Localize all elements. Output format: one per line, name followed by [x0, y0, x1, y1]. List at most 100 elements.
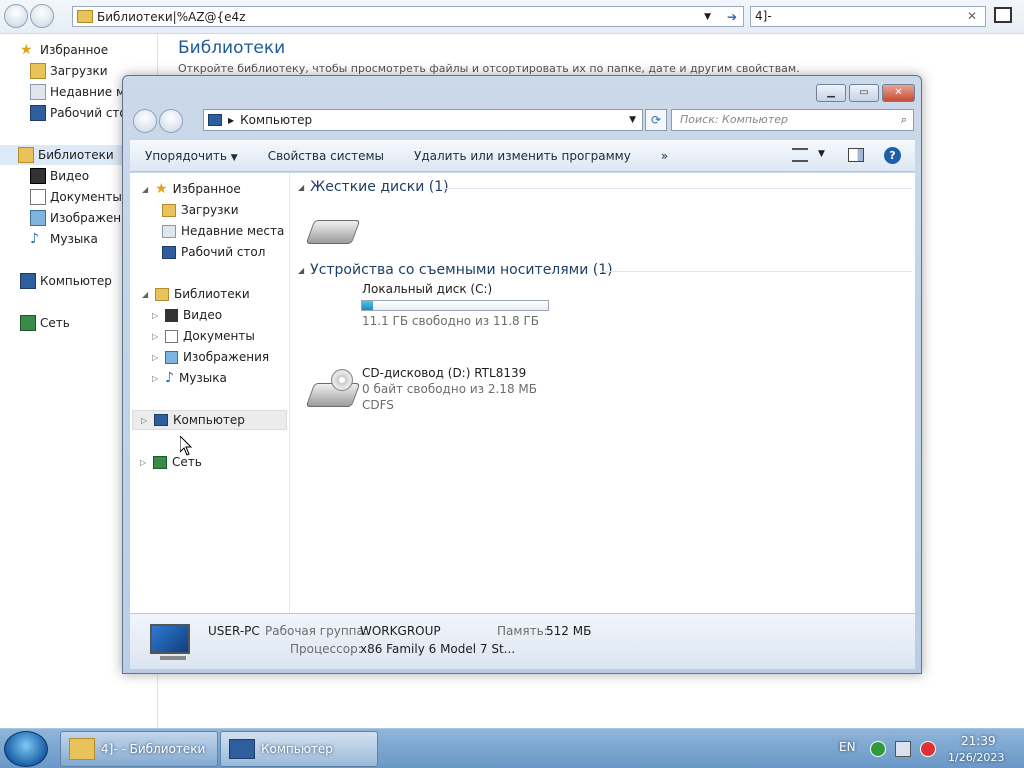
sidebar-item-video[interactable]: Видео	[30, 166, 89, 186]
section-title: Устройства со съемными носителями (1)	[310, 262, 613, 278]
sidebar-label: Избранное	[40, 43, 109, 57]
more-commands-button[interactable]: »	[646, 149, 683, 163]
local-disk-free: 11.1 ГБ свободно из 11.8 ГБ	[362, 314, 540, 328]
start-button[interactable]	[4, 731, 48, 767]
expanded-arrow-icon[interactable]: ◢	[142, 290, 150, 299]
tree-item-network[interactable]: ▷ Сеть	[140, 452, 202, 472]
background-search-input[interactable]: 4]- ✕	[750, 6, 986, 27]
restore-window-icon[interactable]	[994, 7, 1012, 23]
tree-item-recent[interactable]: Недавние места	[162, 221, 284, 241]
forward-button[interactable]	[159, 109, 183, 133]
tree-item-favorites[interactable]: ◢ ★ Избранное	[142, 179, 241, 199]
section-hard-drives[interactable]: ◢ Жесткие диски (1)	[298, 179, 449, 195]
clear-search-icon[interactable]: ✕	[967, 7, 977, 26]
collapsed-arrow-icon[interactable]: ▷	[152, 353, 160, 362]
folder-icon	[69, 738, 95, 760]
sidebar-item-downloads[interactable]: Загрузки	[30, 61, 108, 81]
cd-filesystem: CDFS	[362, 398, 394, 412]
music-note-icon: ♪	[165, 370, 174, 386]
sidebar-label: Изображени	[50, 211, 129, 225]
language-indicator[interactable]: EN	[839, 740, 856, 754]
section-divider	[442, 188, 912, 189]
expanded-arrow-icon[interactable]: ◢	[298, 266, 304, 275]
page-subtitle: Откройте библиотеку, чтобы просмотреть ф…	[178, 62, 800, 75]
sidebar-item-music[interactable]: ♪ Музыка	[30, 229, 98, 249]
computer-icon	[208, 114, 222, 126]
computer-large-icon	[150, 624, 190, 654]
forward-button[interactable]	[30, 4, 54, 28]
search-icon[interactable]: ⌕	[901, 110, 907, 130]
tree-item-documents[interactable]: ▷ Документы	[152, 326, 255, 346]
system-properties-button[interactable]: Свойства системы	[253, 149, 399, 163]
sidebar-item-computer[interactable]: Компьютер	[20, 271, 112, 291]
breadcrumb-arrow-icon[interactable]: ▶	[228, 116, 234, 125]
network-tray-icon[interactable]	[895, 741, 911, 757]
tree-item-desktop[interactable]: Рабочий стол	[162, 242, 265, 262]
view-options-icon[interactable]	[792, 148, 808, 162]
tree-item-images[interactable]: ▷ Изображения	[152, 347, 269, 367]
tree-item-computer[interactable]: ▷ Компьютер	[132, 410, 287, 430]
clock-time[interactable]: 21:39	[961, 734, 996, 748]
maximize-button[interactable]: ▭	[849, 84, 879, 102]
sidebar-label: Документы	[50, 190, 122, 204]
window-address-bar[interactable]: ▶ Компьютер ▼	[203, 109, 643, 131]
refresh-button[interactable]: ⟳	[645, 109, 667, 131]
sidebar-item-images[interactable]: Изображени	[30, 208, 129, 228]
sidebar-label: Музыка	[50, 232, 98, 246]
tree-item-video[interactable]: ▷ Видео	[152, 305, 222, 325]
tree-item-downloads[interactable]: Загрузки	[162, 200, 239, 220]
back-button[interactable]	[133, 109, 157, 133]
documents-icon	[30, 189, 46, 205]
collapsed-arrow-icon[interactable]: ▷	[152, 311, 160, 320]
search-placeholder: Поиск: Компьютер	[680, 113, 788, 126]
tree-item-music[interactable]: ▷ ♪ Музыка	[152, 368, 227, 388]
address-dropdown-icon[interactable]: ▼	[704, 12, 711, 22]
memory-value: 512 МБ	[546, 624, 592, 638]
collapsed-arrow-icon[interactable]: ▷	[152, 374, 160, 383]
go-arrow-icon[interactable]: ➔	[727, 10, 737, 24]
back-button[interactable]	[4, 4, 28, 28]
libraries-icon	[155, 287, 169, 301]
local-disk-item[interactable]: Локальный диск (C:)	[362, 282, 492, 296]
taskbar-item-libraries[interactable]: 4]- - Библиотеки	[60, 731, 218, 767]
sidebar-item-documents[interactable]: Документы	[30, 187, 122, 207]
collapsed-arrow-icon[interactable]: ▷	[152, 332, 160, 341]
view-dropdown-icon[interactable]: ▼	[818, 149, 825, 159]
address-dropdown-icon[interactable]: ▼	[629, 115, 636, 125]
clock-date[interactable]: 1/26/2023	[948, 751, 1004, 764]
recent-places-icon	[162, 224, 176, 238]
tree-label: Документы	[183, 329, 255, 343]
window-search-input[interactable]: Поиск: Компьютер ⌕	[671, 109, 914, 131]
expanded-arrow-icon[interactable]: ◢	[142, 185, 150, 194]
taskbar-item-computer[interactable]: Компьютер	[220, 731, 378, 767]
help-icon[interactable]: ?	[884, 147, 901, 164]
memory-label: Память:	[497, 624, 548, 638]
sidebar-item-network[interactable]: Сеть	[20, 313, 70, 333]
cd-drive-item[interactable]: CD-дисковод (D:) RTL8139 0 байт свободно…	[362, 366, 537, 412]
close-button[interactable]: ✕	[882, 84, 915, 102]
sidebar-item-favorites[interactable]: ★ Избранное	[20, 40, 108, 60]
sidebar-label: Сеть	[40, 316, 70, 330]
music-note-icon: ♪	[30, 231, 39, 247]
tree-label: Музыка	[178, 371, 227, 385]
preview-pane-icon[interactable]	[848, 148, 864, 162]
sidebar-item-desktop[interactable]: Рабочий стол	[30, 103, 134, 123]
section-removable[interactable]: ◢ Устройства со съемными носителями (1)	[298, 262, 613, 278]
collapsed-arrow-icon[interactable]: ▷	[140, 458, 148, 467]
expanded-arrow-icon[interactable]: ◢	[298, 183, 304, 192]
uninstall-program-button[interactable]: Удалить или изменить программу	[399, 149, 646, 163]
sidebar-item-recent[interactable]: Недавние ме	[30, 82, 132, 102]
organize-button[interactable]: Упорядочить ▼	[130, 149, 253, 163]
recent-places-icon	[30, 84, 46, 100]
background-address-bar[interactable]: Библиотеки|%AZ@{e4z ▼ ➔	[72, 6, 744, 27]
tree-item-libraries[interactable]: ◢ Библиотеки	[142, 284, 250, 304]
volume-muted-icon[interactable]	[920, 741, 936, 757]
minimize-button[interactable]: ▁	[816, 84, 846, 102]
tree-label: Изображения	[183, 350, 270, 364]
background-address-text: Библиотеки|%AZ@{e4z	[97, 9, 246, 24]
chevron-down-icon: ▼	[230, 152, 238, 163]
collapsed-arrow-icon[interactable]: ▷	[141, 416, 149, 425]
tree-label: Рабочий стол	[181, 245, 266, 259]
action-center-icon[interactable]	[870, 741, 886, 757]
tree-label: Компьютер	[173, 413, 245, 427]
